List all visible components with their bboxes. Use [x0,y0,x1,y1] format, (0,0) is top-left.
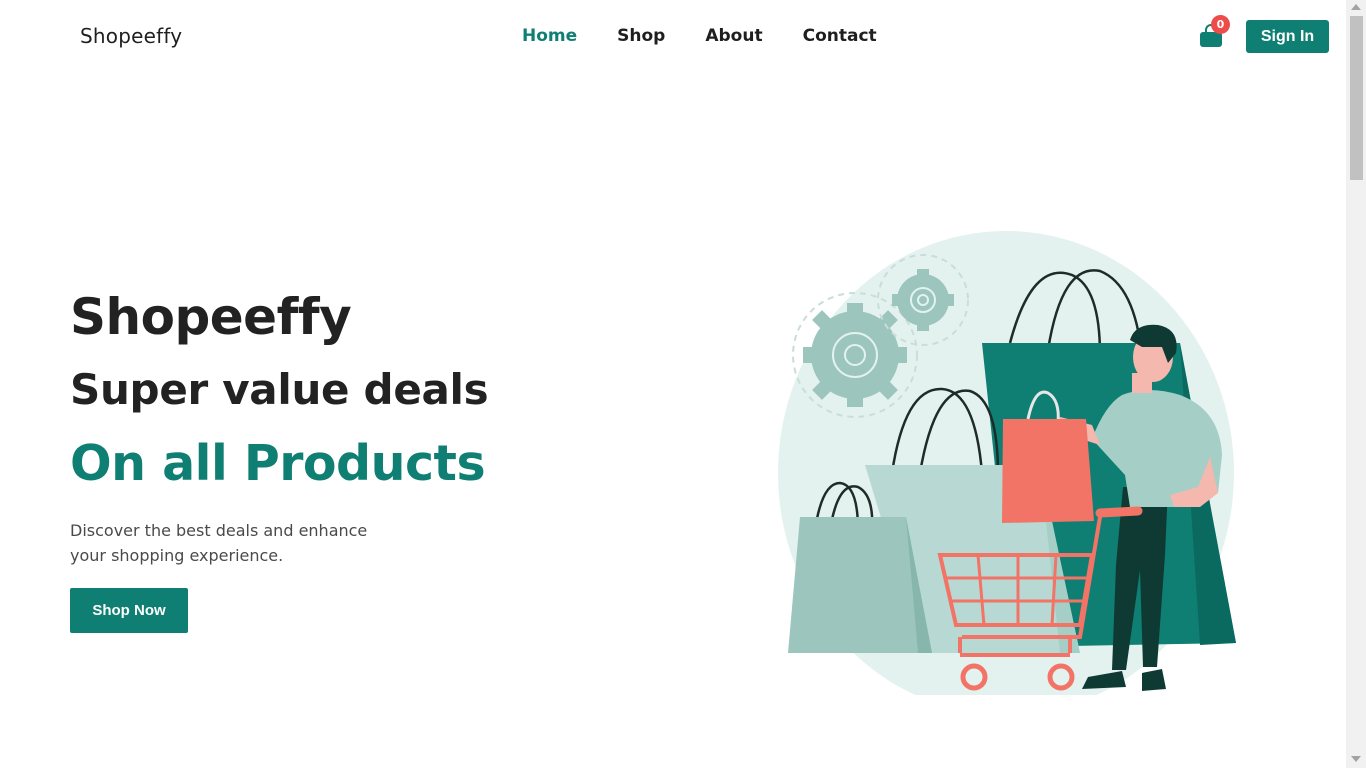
scroll-down-arrow-icon[interactable] [1351,756,1361,762]
nav-about-link[interactable]: About [705,26,762,46]
hero-subtitle: Super value deals [70,365,489,414]
nav-home-link[interactable]: Home [522,26,577,46]
scroll-up-arrow-icon[interactable] [1351,4,1361,10]
scrollbar-thumb[interactable] [1350,16,1363,180]
cart-count-badge: 0 [1211,15,1230,34]
hero-title: Shopeeffy [70,288,352,346]
site-header: Shopeeffy Home Shop About Contact 0 Sign… [0,0,1346,74]
nav-contact-link[interactable]: Contact [803,26,877,46]
sign-in-button[interactable]: Sign In [1246,20,1329,53]
main-nav: Home Shop About Contact [522,26,877,46]
shopping-illustration [770,225,1250,715]
hero-description: Discover the best deals and enhance your… [70,521,368,565]
nav-shop-link[interactable]: Shop [617,26,665,46]
shop-now-button[interactable]: Shop Now [70,588,188,633]
hero-highlight: On all Products [70,435,486,492]
brand-logo[interactable]: Shopeeffy [80,24,182,48]
